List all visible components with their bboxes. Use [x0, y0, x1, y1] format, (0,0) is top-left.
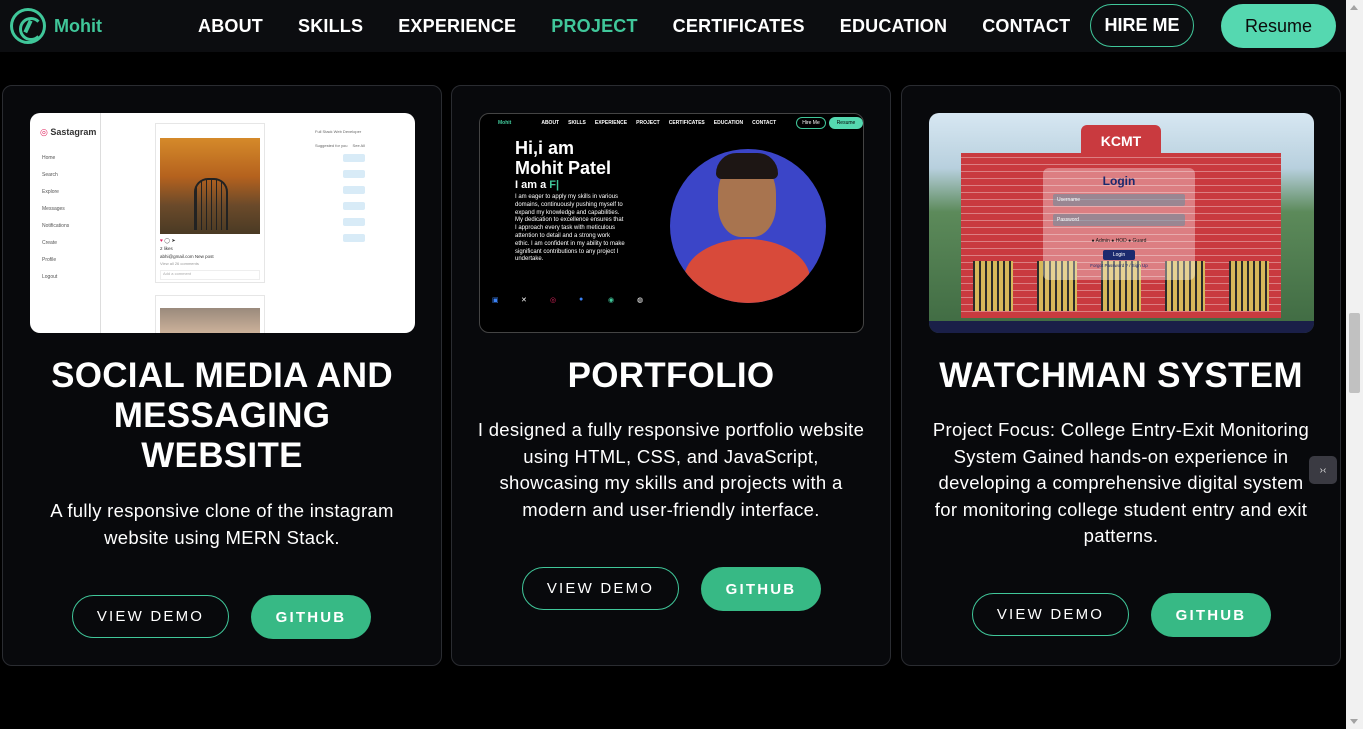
view-demo-button[interactable]: VIEW DEMO — [72, 595, 229, 638]
nav-link-education[interactable]: EDUCATION — [840, 16, 947, 37]
logo-icon — [10, 8, 46, 44]
preview-post-2 — [155, 295, 265, 333]
view-demo-button[interactable]: VIEW DEMO — [522, 567, 679, 610]
project-card-portfolio: Mohit ABOUT SKILLS EXPERIENCE PROJECT CE… — [451, 85, 891, 666]
logo[interactable]: Mohit — [10, 8, 102, 44]
floating-widget-icon[interactable]: ›‹ — [1309, 456, 1337, 484]
github-icon: ◍ — [637, 297, 644, 304]
instagram-icon: ◎ — [550, 297, 557, 304]
github-button[interactable]: GITHUB — [701, 567, 821, 611]
github-button[interactable]: GITHUB — [251, 595, 371, 639]
project-preview-image: ◎ Sastagram Home Search Explore Messages… — [30, 113, 415, 333]
nav-link-skills[interactable]: SKILLS — [298, 16, 363, 37]
github-button[interactable]: GITHUB — [1151, 593, 1271, 637]
nav-link-contact[interactable]: CONTACT — [982, 16, 1070, 37]
preview-brand: ◎ Sastagram — [40, 127, 97, 137]
x-icon: ✕ — [521, 297, 527, 304]
preview-heading: Hi,i am Mohit Patel — [515, 138, 612, 178]
scroll-down-icon[interactable] — [1350, 719, 1358, 724]
preview-suggestions: Full Stack Web Developer Suggested for y… — [315, 129, 395, 249]
nav-link-experience[interactable]: EXPERIENCE — [398, 16, 516, 37]
page-scrollbar[interactable] — [1346, 0, 1363, 729]
logo-text: Mohit — [54, 15, 102, 36]
project-description: I designed a fully responsive portfolio … — [477, 419, 865, 520]
project-title: PORTFOLIO — [567, 356, 775, 395]
scroll-thumb[interactable] — [1349, 313, 1360, 393]
preview-menu: Home Search Explore Messages Notificatio… — [42, 155, 70, 280]
whatsapp-icon: ◉ — [608, 297, 615, 304]
scroll-up-icon[interactable] — [1350, 5, 1358, 10]
preview-avatar — [670, 149, 826, 303]
resume-button[interactable]: Resume — [1221, 4, 1336, 48]
project-title: WATCHMAN SYSTEM — [939, 356, 1303, 395]
project-title: SOCIAL MEDIA AND MESSAGING WEBSITE — [51, 356, 393, 475]
project-preview-image: KCMT Login Username Password ● Admin ● H… — [929, 113, 1314, 333]
navbar: Mohit ABOUT SKILLS EXPERIENCE PROJECT CE… — [0, 0, 1346, 52]
project-preview-image: Mohit ABOUT SKILLS EXPERIENCE PROJECT CE… — [479, 113, 864, 333]
nav-links: ABOUT SKILLS EXPERIENCE PROJECT CERTIFIC… — [198, 16, 1105, 37]
project-card-social: ◎ Sastagram Home Search Explore Messages… — [2, 85, 442, 666]
project-description: Project Focus: College Entry-Exit Monito… — [932, 419, 1310, 546]
facebook-icon: ● — [579, 296, 584, 303]
preview-sidebar: ◎ Sastagram Home Search Explore Messages… — [30, 113, 101, 333]
preview-post: ♥ ◯ ➤ 2 likes abhi@gmail.com New post Vi… — [155, 123, 265, 283]
preview-social-icons: ▣ ✕ ◎ ● ◉ ◍ — [492, 296, 666, 304]
project-description: A fully responsive clone of the instagra… — [50, 500, 394, 548]
view-demo-button[interactable]: VIEW DEMO — [972, 593, 1129, 636]
preview-login-form: Login Username Password ● Admin ● HOD ● … — [1043, 168, 1195, 280]
nav-link-project[interactable]: PROJECT — [551, 16, 637, 37]
preview-photo — [160, 138, 260, 234]
linkedin-icon: ▣ — [492, 297, 499, 304]
project-card-watchman: KCMT Login Username Password ● Admin ● H… — [901, 85, 1341, 666]
nav-link-about[interactable]: ABOUT — [198, 16, 263, 37]
hire-me-button[interactable]: HIRE ME — [1090, 4, 1194, 47]
nav-link-certificates[interactable]: CERTIFICATES — [673, 16, 805, 37]
